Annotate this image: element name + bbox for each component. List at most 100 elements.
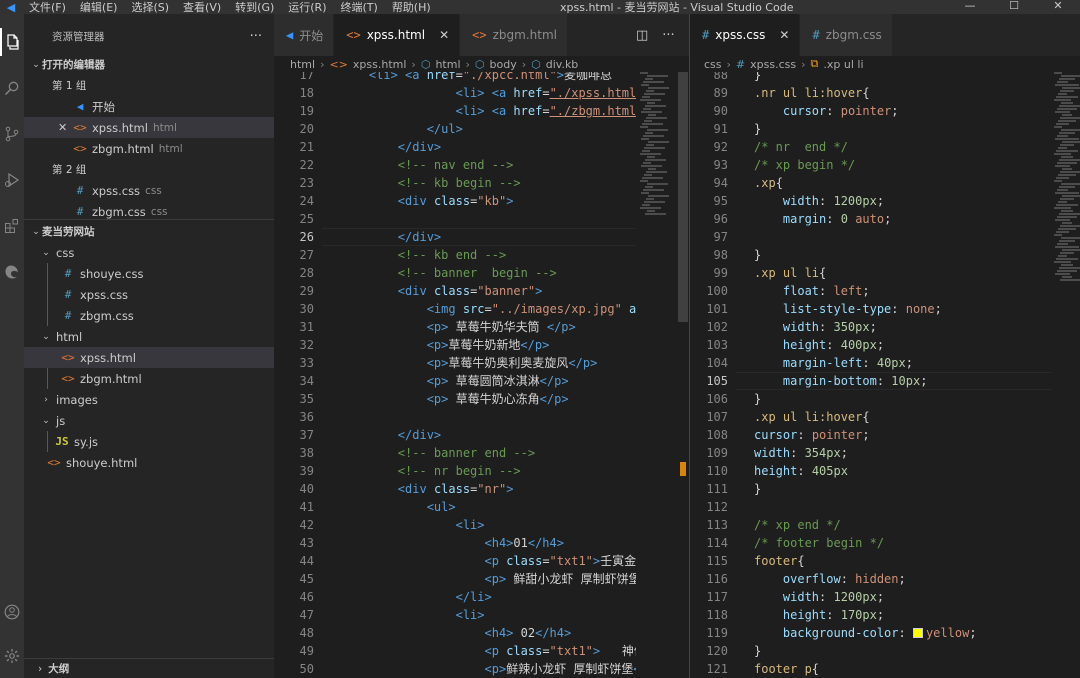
open-editor-item[interactable]: # xpss.css css [24,180,274,201]
code-line[interactable]: 99 .xp ul li{ [690,264,1052,282]
left-minimap[interactable] [640,72,678,678]
code-line[interactable]: 37 </div> [274,426,636,444]
folder-css[interactable]: ⌄ css [24,242,274,263]
code-line[interactable]: 113 /* xp end */ [690,516,1052,534]
code-line[interactable]: 41 <ul> [274,498,636,516]
extensions-icon[interactable] [0,212,24,240]
open-editor-item[interactable]: <> zbgm.html html [24,138,274,159]
code-line[interactable]: 42 <li> [274,516,636,534]
menu-selection[interactable]: 选择(S) [124,0,176,15]
code-line[interactable]: 116 overflow: hidden; [690,570,1052,588]
left-scrollbar-thumb[interactable] [678,72,688,322]
code-line[interactable]: 100 float: left; [690,282,1052,300]
code-line[interactable]: 112 [690,498,1052,516]
code-line[interactable]: 18 <li> <a href="./xpss.html"> 新 [274,84,636,102]
maximize-button[interactable]: ☐ [992,0,1036,14]
editor-group-2[interactable]: 第 2 组 [24,159,274,180]
close-icon[interactable]: ✕ [58,121,72,134]
open-editor-item[interactable]: ◀ 开始 [24,96,274,117]
code-line[interactable]: 48 <h4> 02</h4> [274,624,636,642]
outline-section[interactable]: › 大纲 [24,658,274,678]
code-line[interactable]: 121 footer p{ [690,660,1052,678]
right-code-editor[interactable]: 88} 89 .nr ul li:hover{90 cursor: pointer;… [690,72,1052,678]
menu-help[interactable]: 帮助(H) [385,0,438,15]
tab-xpss-css[interactable]: # xpss.css ✕ [690,14,801,56]
folder-js[interactable]: ⌄ js [24,410,274,431]
editor-group-1[interactable]: 第 1 组 [24,75,274,96]
code-line[interactable]: 115 footer{ [690,552,1052,570]
code-line[interactable]: 35 <p> 草莓牛奶心冻角</p> [274,390,636,408]
code-line[interactable]: 92 /* nr end */ [690,138,1052,156]
open-editor-item-active[interactable]: ✕ <> xpss.html html [24,117,274,138]
code-line[interactable]: 118 height: 170px; [690,606,1052,624]
tree-file[interactable]: # xpss.css [24,284,274,305]
code-line[interactable]: 25 [274,210,636,228]
code-line[interactable]: 33 <p>草莓牛奶奥利奥麦旋风</p> [274,354,636,372]
menu-go[interactable]: 转到(G) [228,0,281,15]
code-line[interactable]: 50 <p>鲜辣小龙虾 厚制虾饼堡</p [274,660,636,678]
code-line[interactable]: 119 background-color: yellow; [690,624,1052,642]
code-line[interactable]: 88} [690,72,1052,84]
code-line[interactable]: 47 <li> [274,606,636,624]
more-actions-button[interactable]: ··· [250,29,262,44]
code-line[interactable]: 103 height: 400px; [690,336,1052,354]
open-editors-section[interactable]: ⌄ 打开的编辑器 [24,54,274,75]
code-line[interactable]: 114 /* footer begin */ [690,534,1052,552]
code-line[interactable]: 95 width: 1200px; [690,192,1052,210]
close-icon[interactable]: ✕ [439,28,449,42]
code-line[interactable]: 28 <!-- banner begin --> [274,264,636,282]
search-icon[interactable] [0,74,24,102]
edge-devtools-icon[interactable] [0,258,24,286]
code-line[interactable]: 104 margin-left: 40px; [690,354,1052,372]
settings-gear-icon[interactable] [0,642,24,670]
explorer-icon[interactable] [0,28,24,56]
code-line[interactable]: 34 <p> 草莓圆筒冰淇淋</p> [274,372,636,390]
more-actions-icon[interactable]: ··· [662,28,674,43]
code-line[interactable]: 26 </div> [274,228,636,246]
tree-file[interactable]: # shouye.css [24,263,274,284]
code-line[interactable]: 32 <p>草莓牛奶新地</p> [274,336,636,354]
right-minimap[interactable] [1054,72,1080,678]
code-line[interactable]: 49 <p class="txt1"> 神仙虾 [274,642,636,660]
code-line[interactable]: 45 <p> 鲜甜小龙虾 厚制虾饼堡 [274,570,636,588]
menu-terminal[interactable]: 终端(T) [334,0,385,15]
folder-images[interactable]: › images [24,389,274,410]
code-line[interactable]: 24 <div class="kb"> [274,192,636,210]
code-line[interactable]: 30 <img src="../images/xp.jpg" alt=" [274,300,636,318]
code-line[interactable]: 91} [690,120,1052,138]
tree-file[interactable]: # zbgm.css [24,305,274,326]
code-line[interactable]: 21 </div> [274,138,636,156]
minimize-button[interactable]: — [948,0,992,14]
code-line[interactable]: 46 </li> [274,588,636,606]
code-line[interactable]: 23 <!-- kb begin --> [274,174,636,192]
code-line[interactable]: 20 </ul> [274,120,636,138]
code-line[interactable]: 90 cursor: pointer; [690,102,1052,120]
code-line[interactable]: 120} [690,642,1052,660]
code-line[interactable]: 105 margin-bottom: 10px; [690,372,1052,390]
code-line[interactable]: 40 <div class="nr"> [274,480,636,498]
code-line[interactable]: 94 .xp{ [690,174,1052,192]
tab-zbgm-css[interactable]: # zbgm.css [800,14,893,56]
folder-html[interactable]: ⌄ html [24,326,274,347]
code-line[interactable]: 89 .nr ul li:hover{ [690,84,1052,102]
menu-edit[interactable]: 编辑(E) [73,0,125,15]
source-control-icon[interactable] [0,120,24,148]
project-section[interactable]: ⌄ 麦当劳网站 [24,221,274,242]
run-debug-icon[interactable] [0,166,24,194]
code-line[interactable]: 38 <!-- banner end --> [274,444,636,462]
code-line[interactable]: 107 .xp ul li:hover{ [690,408,1052,426]
menu-file[interactable]: 文件(F) [22,0,73,15]
code-line[interactable]: 98} [690,246,1052,264]
code-line[interactable]: 117 width: 1200px; [690,588,1052,606]
code-line[interactable]: 19 <li> <a href="./zbgm.html"> 周 [274,102,636,120]
code-line[interactable]: 29 <div class="banner"> [274,282,636,300]
left-code-editor[interactable]: 17 <li> <a href="./xpcc.html">麦咖啡总 18 <li… [274,72,636,678]
code-line[interactable]: 31 <p> 草莓牛奶华夫筒 </p> [274,318,636,336]
menu-view[interactable]: 查看(V) [176,0,228,15]
code-line[interactable]: 43 <h4>01</h4> [274,534,636,552]
code-line[interactable]: 96 margin: 0 auto; [690,210,1052,228]
code-line[interactable]: 93 /* xp begin */ [690,156,1052,174]
code-line[interactable]: 36 [274,408,636,426]
menu-run[interactable]: 运行(R) [281,0,333,15]
code-line[interactable]: 110 height: 405px [690,462,1052,480]
